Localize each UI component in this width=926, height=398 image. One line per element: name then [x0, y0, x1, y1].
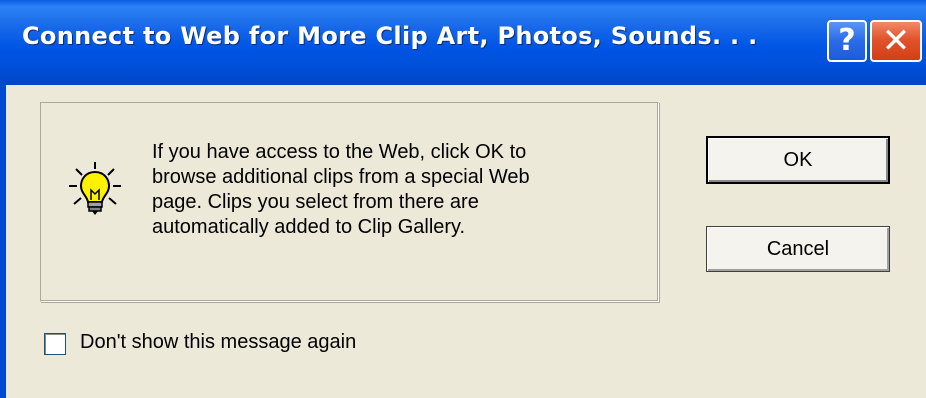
dialog-window: Connect to Web for More Clip Art, Photos…	[0, 0, 926, 398]
help-icon: ?	[838, 23, 856, 58]
message-line: browse additional clips from a special W…	[152, 166, 530, 188]
dont-show-again-label[interactable]: Don't show this message again	[80, 331, 356, 354]
message-text: If you have access to the Web, click OK …	[152, 140, 652, 240]
window-border	[0, 85, 6, 398]
cancel-button[interactable]: Cancel	[706, 226, 890, 272]
help-button[interactable]: ?	[827, 20, 867, 62]
ok-button[interactable]: OK	[706, 136, 890, 184]
window-title: Connect to Web for More Clip Art, Photos…	[22, 22, 758, 50]
title-bar[interactable]: Connect to Web for More Clip Art, Photos…	[0, 0, 926, 85]
lightbulb-icon	[69, 162, 121, 215]
message-line: automatically added to Clip Gallery.	[152, 216, 466, 238]
close-icon: ✕	[881, 21, 911, 61]
message-line: If you have access to the Web, click OK …	[152, 141, 527, 163]
message-line: page. Clips you select from there are	[152, 191, 479, 213]
dont-show-again-checkbox[interactable]	[44, 333, 66, 355]
close-button[interactable]: ✕	[870, 20, 922, 62]
